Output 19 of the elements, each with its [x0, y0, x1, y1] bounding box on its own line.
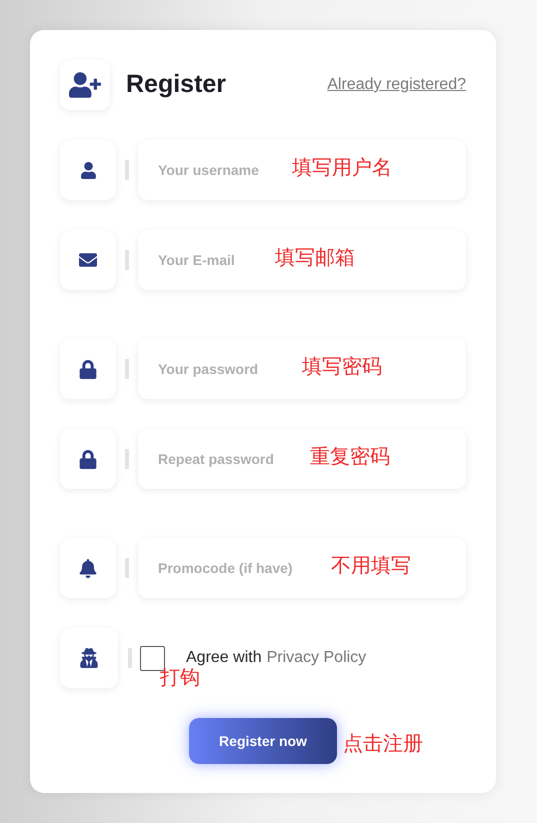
lock-icon — [79, 360, 97, 378]
form-title: Register — [126, 69, 226, 100]
register-button[interactable]: Register now — [189, 718, 337, 764]
annotation-text: 点击注册 — [343, 732, 423, 757]
annotation-text: 不用填写 — [331, 554, 411, 578]
login-link[interactable]: Already registered? — [327, 73, 466, 97]
spy-icon — [80, 648, 98, 668]
lock-icon — [79, 450, 97, 468]
annotation-text: 重复密码 — [310, 445, 390, 469]
user-plus-icon — [69, 72, 101, 98]
envelope-icon — [78, 251, 98, 269]
user-icon — [80, 162, 96, 178]
annotation-text: 打钩 — [160, 666, 200, 690]
agree-label: Agree with — [186, 648, 262, 668]
bell-icon — [79, 558, 97, 578]
annotation-text: 填写密码 — [302, 355, 382, 379]
annotation-text: 填写用户名 — [292, 156, 392, 180]
annotation-text: 填写邮箱 — [275, 246, 355, 270]
privacy-policy-link[interactable]: Privacy Policy — [266, 646, 366, 670]
